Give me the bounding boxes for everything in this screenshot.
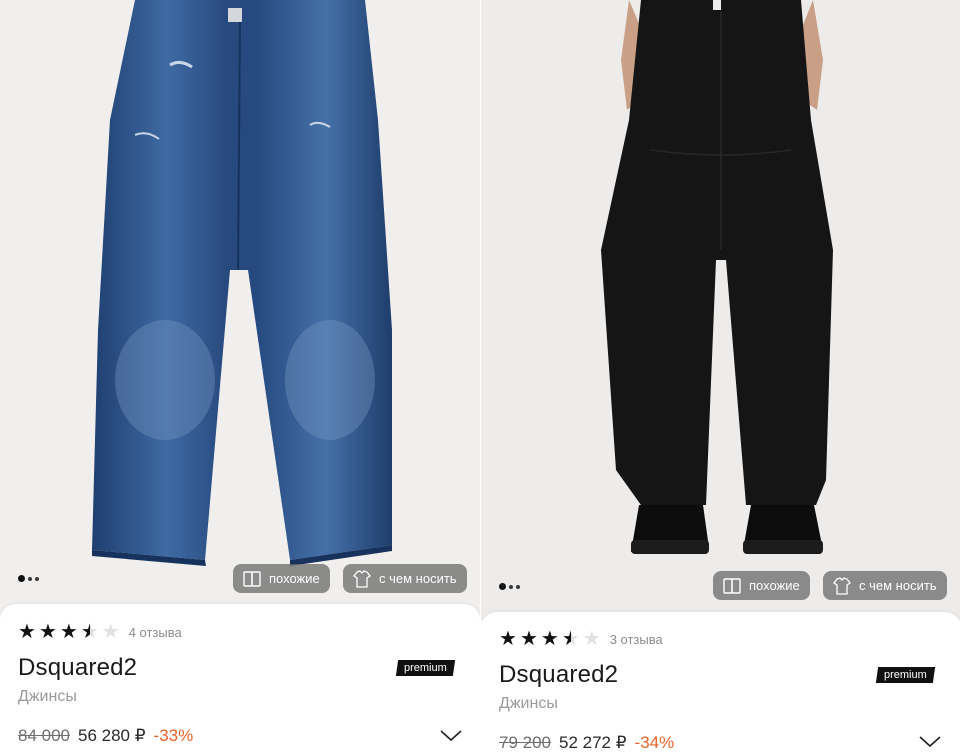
product-info[interactable]: ★ ★ ★ ★ ★ 4 отзыва Dsquared2 premium Джи…: [0, 604, 480, 754]
premium-badge: premium: [875, 667, 935, 683]
expand-chevron-icon[interactable]: [919, 736, 941, 748]
similar-icon: [723, 577, 741, 594]
outfit-icon: [353, 569, 371, 588]
outfit-label: с чем носить: [379, 571, 457, 586]
star-half-icon: ★: [80, 621, 99, 643]
similar-label: похожие: [269, 571, 320, 586]
gallery-dot-active[interactable]: [18, 575, 25, 582]
gallery-dots[interactable]: [499, 583, 520, 590]
product-card[interactable]: похожие с чем носить ★ ★ ★ ★ ★ 3 отзыва …: [481, 0, 960, 754]
outfit-icon: [833, 576, 851, 595]
similar-label: похожие: [749, 578, 800, 593]
product-category: Джинсы: [18, 688, 77, 705]
star-full-icon: ★: [499, 628, 517, 650]
outfit-button[interactable]: с чем носить: [343, 564, 467, 593]
star-empty-icon: ★: [101, 621, 120, 643]
star-full-icon: ★: [519, 628, 538, 650]
premium-badge: premium: [395, 660, 455, 676]
star-full-icon: ★: [59, 621, 78, 643]
black-pants-illustration: [601, 0, 833, 554]
product-card[interactable]: похожие с чем носить ★ ★ ★ ★ ★ 4 отзыва …: [0, 0, 480, 754]
star-full-icon: ★: [38, 621, 57, 643]
similar-button[interactable]: похожие: [233, 564, 330, 593]
star-full-icon: ★: [18, 621, 36, 643]
gallery-dot[interactable]: [509, 584, 513, 589]
outfit-label: с чем носить: [859, 578, 937, 593]
expand-chevron-icon[interactable]: [440, 730, 462, 742]
gallery-dots[interactable]: [18, 575, 39, 582]
rating: ★ ★ ★ ★ ★ 4 отзыва: [18, 622, 182, 642]
product-category: Джинсы: [499, 695, 558, 712]
brand-name: Dsquared2: [499, 661, 619, 688]
product-photo[interactable]: [0, 0, 480, 620]
old-price: 84 000: [18, 726, 70, 745]
star-full-icon: ★: [540, 628, 559, 650]
price-row: 84 000 56 280 ₽ -33%: [18, 726, 193, 746]
star-half-icon: ★: [561, 628, 580, 650]
gallery-dot[interactable]: [35, 576, 39, 581]
reviews-count[interactable]: 4 отзыва: [129, 625, 182, 640]
star-empty-icon: ★: [582, 628, 601, 650]
discount: -34%: [634, 733, 675, 752]
gallery-dot[interactable]: [28, 576, 32, 581]
gallery-dot[interactable]: [516, 584, 520, 589]
current-price: 52 272 ₽: [559, 733, 627, 752]
old-price: 79 200: [499, 733, 551, 752]
product-info[interactable]: ★ ★ ★ ★ ★ 3 отзыва Dsquared2 premium Джи…: [481, 612, 960, 754]
current-price: 56 280 ₽: [78, 726, 146, 745]
brand-name: Dsquared2: [18, 654, 138, 681]
rating: ★ ★ ★ ★ ★ 3 отзыва: [499, 629, 663, 649]
outfit-button[interactable]: с чем носить: [823, 571, 947, 600]
price-row: 79 200 52 272 ₽ -34%: [499, 733, 674, 753]
product-photo[interactable]: [481, 0, 960, 620]
similar-icon: [243, 570, 261, 587]
discount: -33%: [153, 726, 194, 745]
jeans-illustration: [92, 0, 392, 566]
similar-button[interactable]: похожие: [713, 571, 810, 600]
reviews-count[interactable]: 3 отзыва: [610, 632, 663, 647]
gallery-dot-active[interactable]: [499, 583, 506, 590]
